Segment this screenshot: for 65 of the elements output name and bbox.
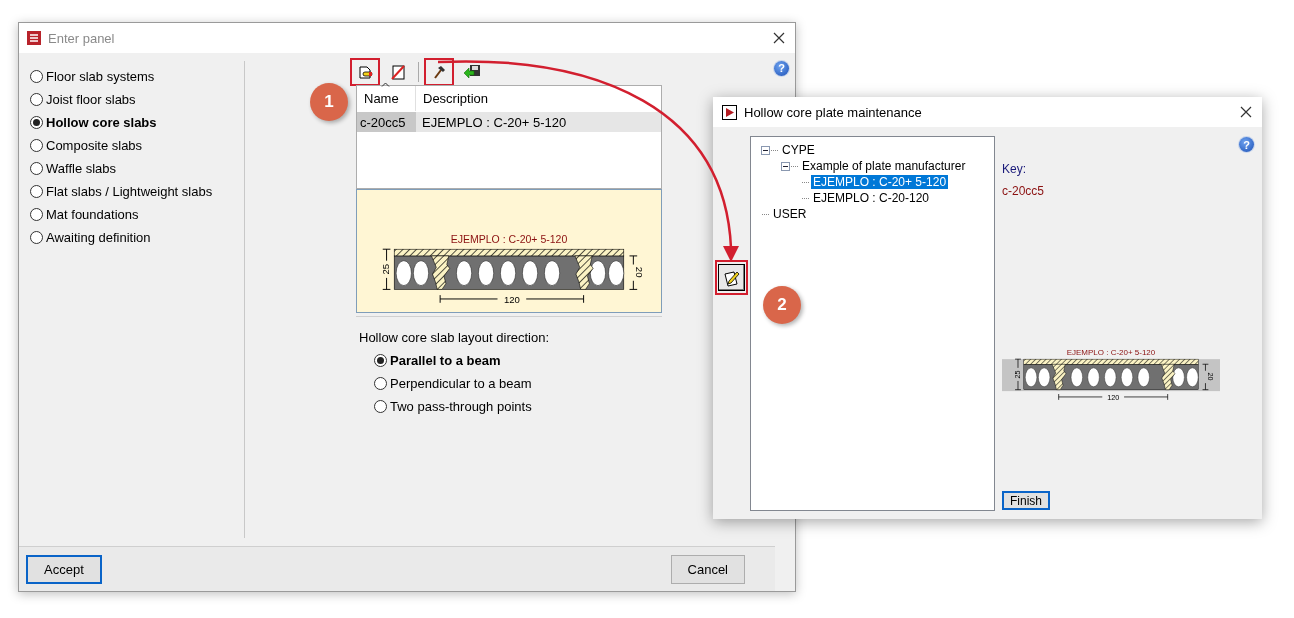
radio-button[interactable] — [374, 354, 387, 367]
radio-option[interactable]: Perpendicular to a beam — [374, 372, 662, 395]
collapse-icon[interactable] — [761, 145, 770, 155]
dimension-label: 25 — [380, 264, 392, 275]
dialog-button[interactable]: Accept — [26, 554, 102, 584]
dimension-line — [1202, 363, 1209, 391]
app-icon — [27, 31, 41, 45]
edit-button[interactable] — [715, 260, 748, 295]
section-caption: EJEMPLO : C-20+ 5-120 — [1066, 347, 1156, 357]
radio-button[interactable] — [30, 208, 43, 221]
table-cell-text: EJEMPLO : C-20+ 5-120 — [421, 114, 567, 130]
dimension-line — [629, 255, 638, 290]
key-value: c-20cc5 — [1002, 184, 1046, 198]
tree-item[interactable]: EJEMPLO : C-20-120 — [811, 191, 932, 205]
column-header[interactable]: Name — [357, 86, 416, 111]
finish-button[interactable]: Finish — [1002, 491, 1050, 510]
tree-item[interactable]: Example of plate manufacturer — [800, 159, 968, 173]
radio-option[interactable]: Waffle slabs — [30, 157, 244, 180]
radio-option[interactable]: Flat slabs / Lightweight slabs — [30, 180, 244, 203]
dimension-line — [1014, 358, 1022, 391]
radio-button[interactable] — [30, 70, 43, 83]
document-icon — [357, 63, 373, 80]
window-title: Enter panel — [48, 30, 116, 46]
app-icon — [722, 104, 737, 120]
radio-button[interactable] — [30, 139, 43, 152]
radio-button[interactable] — [374, 400, 387, 413]
radio-button[interactable] — [30, 231, 43, 244]
radio-option[interactable]: Composite slabs — [30, 134, 244, 157]
radio-option[interactable]: Hollow core slabs — [30, 111, 244, 134]
crossed-out-square-icon — [390, 63, 406, 80]
section-label: Hollow core slab layout direction: — [359, 330, 551, 345]
tree-item[interactable]: EJEMPLO : C-20+ 5-120 — [811, 175, 949, 189]
close-icon[interactable] — [1240, 106, 1252, 118]
note-pencil-icon — [722, 268, 741, 287]
radio-option[interactable]: Joist floor slabs — [30, 88, 244, 111]
collapse-icon[interactable] — [781, 161, 790, 171]
table-cell: c-20cc5 — [357, 112, 416, 132]
sort-caret-icon — [381, 82, 390, 87]
dimension-label: 20 — [634, 266, 646, 278]
dimension-line — [382, 248, 391, 290]
floppy-disk-icon — [463, 63, 481, 80]
section-caption: EJEMPLO : C-20+ 5-120 — [450, 233, 568, 246]
radio-button[interactable] — [30, 185, 43, 198]
radio-option[interactable]: Mat foundations — [30, 203, 244, 226]
key-label: Key: — [1002, 162, 1027, 176]
dimension-label: 120 — [503, 293, 520, 305]
radio-option[interactable]: Awaiting definition — [30, 226, 244, 249]
radio-button[interactable] — [30, 116, 43, 129]
radio-button[interactable] — [374, 377, 387, 390]
radio-button[interactable] — [30, 93, 43, 106]
dialog-button[interactable]: Cancel — [670, 554, 745, 584]
dimension-label: 120 — [1107, 392, 1120, 402]
column-header[interactable]: Description — [416, 86, 489, 111]
window-title: Hollow core plate maintenance — [744, 104, 923, 120]
radio-option[interactable]: Parallel to a beam — [374, 349, 662, 372]
close-icon[interactable] — [773, 32, 785, 44]
radio-option[interactable]: Two pass-through points — [374, 395, 662, 418]
table-row[interactable]: c-20cc5 EJEMPLO : C-20+ 5-120 — [357, 112, 661, 132]
tree-item[interactable]: USER — [771, 207, 809, 221]
hammer-icon — [431, 63, 447, 80]
radio-option[interactable]: Floor slab systems — [30, 65, 244, 88]
tree-item[interactable]: CYPE — [780, 143, 817, 157]
dimension-label: 20 — [1205, 372, 1215, 381]
dimension-label: 25 — [1013, 370, 1023, 379]
radio-button[interactable] — [30, 162, 43, 175]
